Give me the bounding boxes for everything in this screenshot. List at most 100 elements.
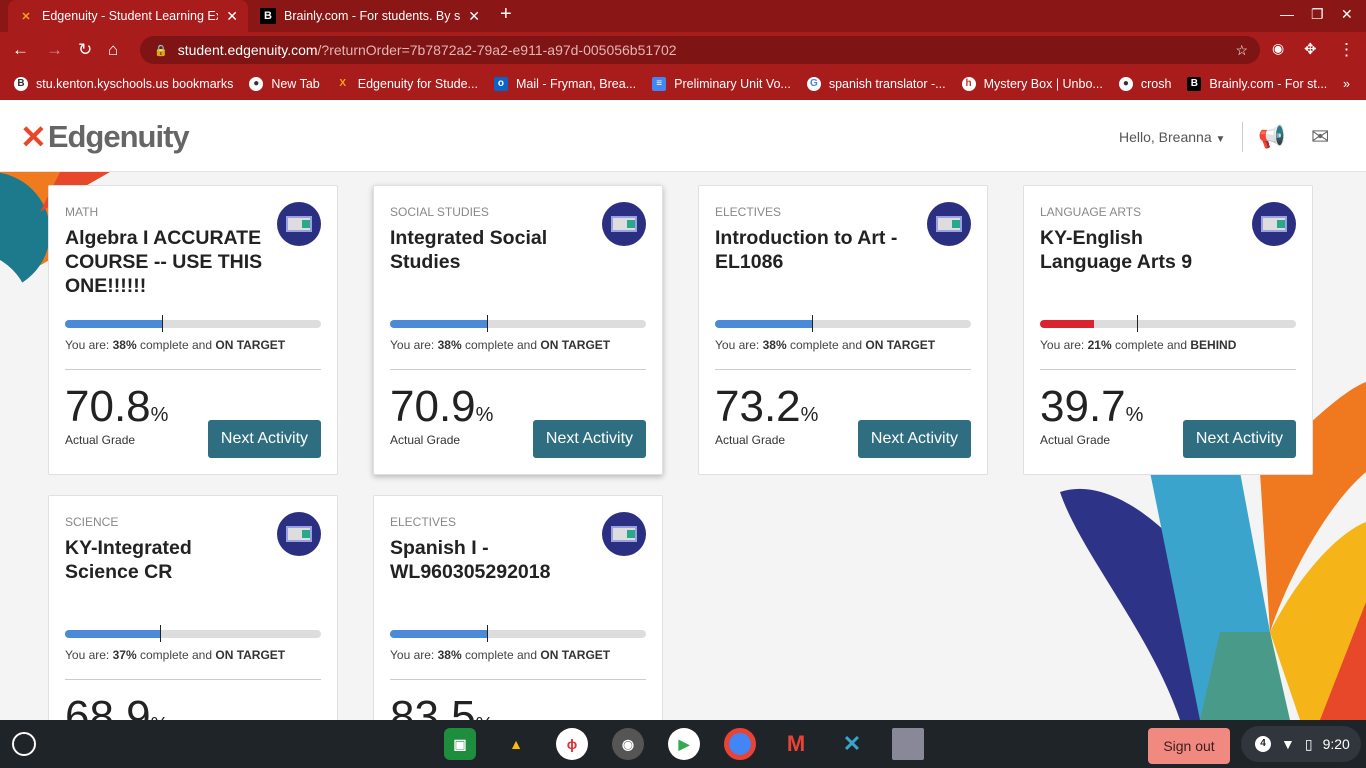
chrome-app-icon[interactable]	[724, 728, 756, 760]
course-title[interactable]: Spanish I - WL960305292018	[390, 536, 590, 584]
progress-percent: 38%	[437, 338, 462, 352]
system-tray[interactable]: 4 ▼ ▯ 9:20	[1241, 726, 1361, 762]
sign-out-button[interactable]: Sign out	[1148, 728, 1230, 764]
drive-app-icon[interactable]: ▲	[500, 728, 532, 760]
next-activity-button[interactable]: Next Activity	[858, 420, 971, 458]
globe-icon: ●	[1118, 77, 1133, 91]
course-title[interactable]: Introduction to Art - EL1086	[715, 226, 915, 274]
url-host: student.edgenuity.com	[177, 42, 318, 58]
course-card[interactable]: MATH Algebra I ACCURATE COURSE -- USE TH…	[48, 185, 338, 475]
edgenuity-app-icon[interactable]: ✕	[836, 728, 868, 760]
progress-status: You are: 21% complete and BEHIND	[1040, 338, 1236, 352]
target-status: ON TARGET	[540, 338, 611, 352]
image-app-icon[interactable]	[892, 728, 924, 760]
mail-icon[interactable]: ✉	[1311, 124, 1329, 150]
minimize-icon[interactable]: —	[1280, 6, 1294, 22]
bookmark[interactable]: ≡ Preliminary Unit Vo...	[652, 77, 791, 91]
play-store-icon[interactable]: ▶	[668, 728, 700, 760]
home-icon[interactable]: ⌂	[108, 40, 118, 60]
classroom-app-icon[interactable]: ▣	[444, 728, 476, 760]
course-title[interactable]: KY-English Language Arts 9	[1040, 226, 1240, 274]
logo-text: Edgenuity	[47, 119, 190, 154]
course-badge-icon	[602, 202, 646, 246]
bookmark[interactable]: h Mystery Box | Unbo...	[961, 77, 1103, 91]
label: complete and	[1111, 338, 1191, 352]
target-marker	[162, 315, 164, 332]
progress-fill	[65, 320, 163, 328]
percent-sign: %	[1125, 404, 1144, 426]
actual-grade: 73.2%	[715, 382, 818, 432]
bookmark[interactable]: o Mail - Fryman, Brea...	[493, 77, 637, 91]
back-icon[interactable]: ←	[12, 40, 29, 60]
target-status: BEHIND	[1190, 338, 1237, 352]
bookmark[interactable]: Gspanish translator -...	[806, 77, 946, 91]
lock-icon: 🔒	[154, 44, 168, 57]
progress-fill	[390, 320, 488, 328]
puzzle-icon[interactable]: ✥	[1304, 40, 1317, 58]
progress-status: You are: 38% complete and ON TARGET	[390, 338, 610, 352]
progress-status: You are: 38% complete and ON TARGET	[65, 338, 285, 352]
maximize-icon[interactable]: ❐	[1311, 6, 1324, 23]
divider	[1242, 122, 1243, 152]
bookmark[interactable]: ● crosh	[1118, 77, 1171, 91]
brainly-icon: B	[260, 8, 276, 24]
announcements-icon[interactable]: 📢	[1258, 124, 1285, 150]
course-card[interactable]: SCIENCE KY-Integrated Science CR You are…	[48, 495, 338, 768]
next-activity-button[interactable]: Next Activity	[208, 420, 321, 458]
course-card[interactable]: ELECTIVES Introduction to Art - EL1086 Y…	[698, 185, 988, 475]
course-title[interactable]: KY-Integrated Science CR	[65, 536, 265, 584]
grade-value: 73.2	[715, 382, 801, 431]
next-activity-button[interactable]: Next Activity	[1183, 420, 1296, 458]
address-bar[interactable]: 🔒 student.edgenuity.com/?returnOrder=7b7…	[140, 36, 1260, 64]
course-title[interactable]: Integrated Social Studies	[390, 226, 590, 274]
bookmark[interactable]: ● New Tab	[249, 77, 320, 91]
label: You are:	[390, 648, 438, 662]
divider	[715, 369, 971, 370]
course-card[interactable]: SOCIAL STUDIES Integrated Social Studies…	[373, 185, 663, 475]
bookmark-label: Mail - Fryman, Brea...	[515, 77, 637, 91]
more-bookmarks-button[interactable]: »	[1343, 77, 1350, 91]
percent-sign: %	[800, 404, 819, 426]
gmail-app-icon[interactable]: M	[780, 728, 812, 760]
target-marker	[487, 625, 489, 642]
app-icon[interactable]: ϕ	[556, 728, 588, 760]
course-badge-icon	[927, 202, 971, 246]
label: You are:	[65, 338, 113, 352]
bookmark-label: New Tab	[271, 77, 320, 91]
extension-icon[interactable]: ◉	[1272, 40, 1284, 57]
progress-bar	[1040, 315, 1296, 332]
progress-fill	[390, 630, 488, 638]
next-activity-button[interactable]: Next Activity	[533, 420, 646, 458]
bookmark[interactable]: X Edgenuity for Stude...	[336, 77, 478, 91]
close-tab-icon[interactable]: ✕	[226, 8, 238, 25]
label: complete and	[136, 648, 216, 662]
actual-grade-label: Actual Grade	[1040, 433, 1111, 447]
bookmark[interactable]: B Brainly.com - For st...	[1187, 77, 1327, 91]
course-badge-icon	[1252, 202, 1296, 246]
course-card[interactable]: LANGUAGE ARTS KY-English Language Arts 9…	[1023, 185, 1313, 475]
star-icon[interactable]: ☆	[1235, 42, 1248, 59]
launcher-button[interactable]	[12, 732, 36, 756]
new-tab-button[interactable]: +	[500, 3, 512, 26]
wifi-icon: ▼	[1281, 736, 1295, 752]
close-tab-icon[interactable]: ✕	[468, 8, 480, 25]
edgenuity-logo[interactable]: ✕ Edgenuity	[20, 118, 190, 156]
forward-icon[interactable]: →	[46, 40, 63, 60]
course-card[interactable]: ELECTIVES Spanish I - WL960305292018 You…	[373, 495, 663, 768]
course-subject: SOCIAL STUDIES	[390, 205, 489, 219]
reload-icon[interactable]: ↻	[78, 40, 92, 60]
close-window-icon[interactable]: ✕	[1341, 6, 1353, 23]
edgenuity-icon: X	[339, 78, 347, 89]
user-menu[interactable]: Hello, Breanna ▼	[1119, 129, 1225, 145]
site-header: ✕ Edgenuity Hello, Breanna ▼ 📢 ✉	[0, 100, 1366, 172]
progress-fill	[715, 320, 813, 328]
menu-icon[interactable]: ⋮	[1338, 40, 1355, 60]
tab-edgenuity[interactable]: ✕ Edgenuity - Student Learning Exp ✕	[8, 0, 248, 32]
bookmark[interactable]: Bstu.kenton.kyschools.us bookmarks	[14, 77, 233, 91]
course-badge-icon	[277, 512, 321, 556]
course-title[interactable]: Algebra I ACCURATE COURSE -- USE THIS ON…	[65, 226, 265, 298]
target-status: ON TARGET	[540, 648, 611, 662]
camera-app-icon[interactable]: ◉	[612, 728, 644, 760]
progress-status: You are: 37% complete and ON TARGET	[65, 648, 285, 662]
tab-brainly[interactable]: B Brainly.com - For students. By st ✕	[250, 0, 490, 32]
